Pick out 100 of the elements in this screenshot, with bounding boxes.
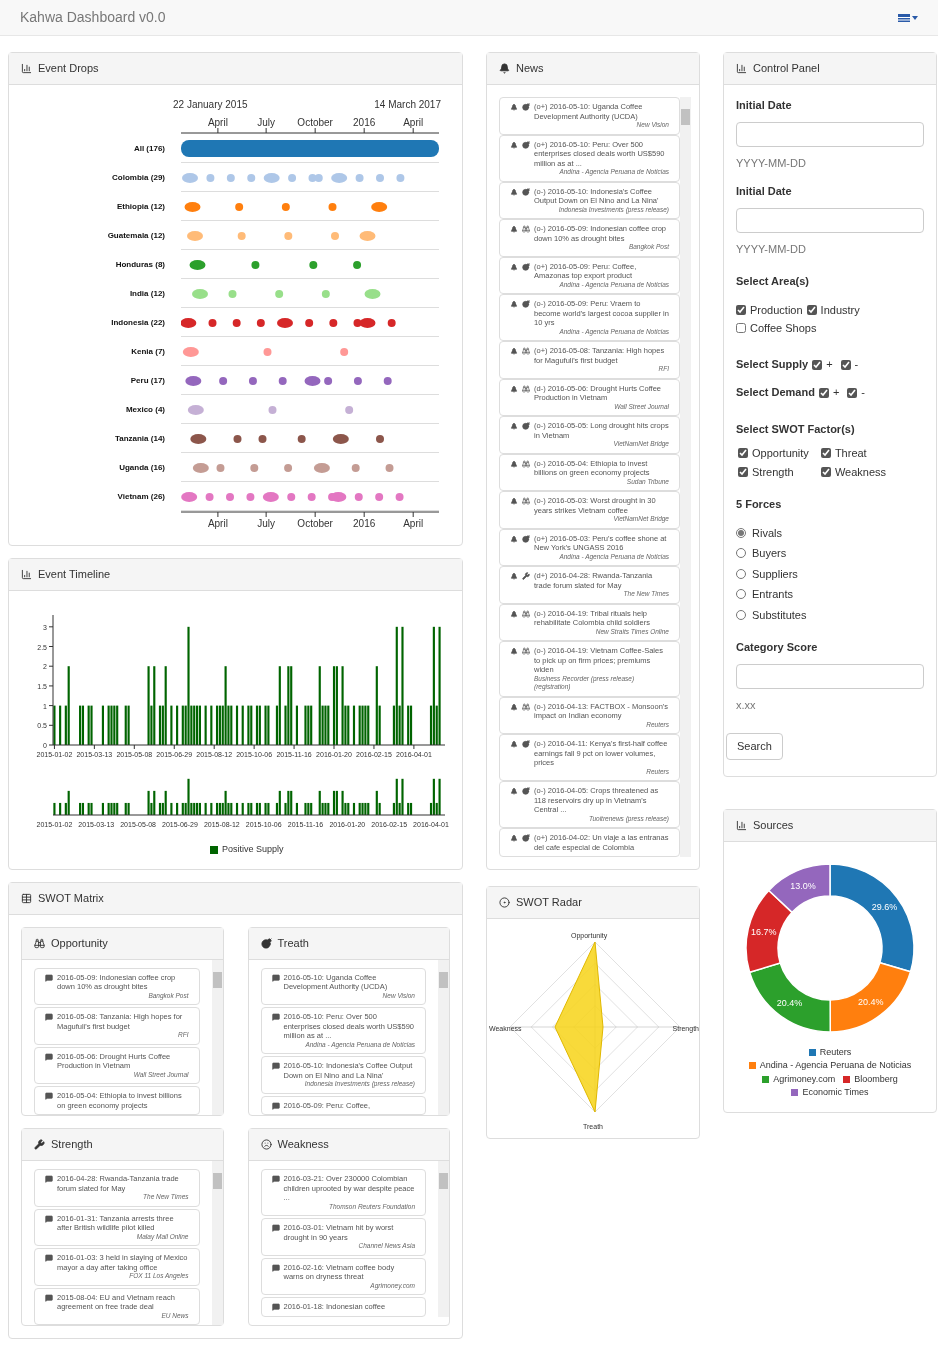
checkbox-label: Opportunity xyxy=(752,446,809,461)
comment-icon xyxy=(45,1254,53,1262)
bar xyxy=(235,705,239,745)
scrollbar[interactable] xyxy=(211,959,223,1115)
tree-icon xyxy=(510,740,518,748)
bar xyxy=(204,705,207,745)
tree-icon xyxy=(510,103,518,111)
row-label: Guatemala (12) xyxy=(106,229,166,242)
score-field[interactable] xyxy=(736,663,924,689)
bomb-icon xyxy=(522,787,530,795)
legend-label: Agrimoney.com xyxy=(773,1072,836,1086)
legend-swatch xyxy=(808,1048,816,1056)
bomb-icon xyxy=(522,262,530,271)
scrollbar[interactable] xyxy=(438,1161,449,1317)
checkbox-label: Strength xyxy=(752,464,794,480)
legend-label: Reuters xyxy=(819,1045,852,1059)
field-label: Select SWOT Factor(s) xyxy=(736,421,856,437)
bar xyxy=(295,705,298,745)
radio-label: Substitutes xyxy=(752,607,807,623)
row-label: Honduras (8) xyxy=(114,258,166,271)
tree-icon xyxy=(510,422,518,430)
radio-button[interactable] xyxy=(736,609,746,620)
binoculars-icon xyxy=(522,497,530,505)
comment-icon xyxy=(45,1052,53,1061)
swot-card-title: Weakness xyxy=(277,1137,329,1153)
checkbox-label: - xyxy=(861,385,865,401)
bar xyxy=(210,705,213,745)
row-label: Vietnam (26) xyxy=(116,490,166,503)
tree-icon xyxy=(510,347,518,355)
tree-icon xyxy=(510,702,518,711)
bomb-icon xyxy=(522,140,530,149)
legend-swatch xyxy=(791,1089,799,1097)
axis-label: July xyxy=(257,518,276,529)
axis-label: April xyxy=(403,518,424,529)
slice-label: 16.7% xyxy=(751,926,777,937)
tree-icon xyxy=(510,609,518,618)
date-field[interactable] xyxy=(736,121,924,147)
chart-icon xyxy=(21,569,32,580)
axis-label: 2016 xyxy=(353,117,376,128)
tree-icon xyxy=(510,140,518,149)
panel-title: Sources xyxy=(753,817,794,833)
checkbox[interactable] xyxy=(840,359,851,370)
comment-icon xyxy=(45,1092,53,1100)
date-field[interactable] xyxy=(736,207,924,233)
app-title[interactable]: Kahwa Dashboard v0.0 xyxy=(20,7,166,28)
radio-label: Buyers xyxy=(752,546,787,561)
radio-button[interactable] xyxy=(736,527,746,538)
scrollbar[interactable] xyxy=(438,959,449,1115)
field-label: Initial Date xyxy=(736,184,793,199)
radio-button[interactable] xyxy=(736,548,746,559)
binoculars-icon xyxy=(522,609,530,618)
checkbox[interactable] xyxy=(736,323,746,334)
binoculars-icon xyxy=(522,702,530,711)
tree-icon xyxy=(510,647,518,655)
checkbox[interactable] xyxy=(820,448,831,459)
scrollbar[interactable] xyxy=(211,1161,223,1325)
axis-label: 2016 xyxy=(353,518,376,529)
axis-label: April xyxy=(207,117,228,128)
tree-icon xyxy=(510,300,518,308)
scrollbar[interactable] xyxy=(680,97,691,857)
radio-button[interactable] xyxy=(736,589,746,600)
checkbox[interactable] xyxy=(738,448,748,459)
checkbox[interactable] xyxy=(812,359,823,370)
bomb-icon xyxy=(522,534,530,543)
panel-title: Control Panel xyxy=(753,61,820,77)
checkbox[interactable] xyxy=(847,387,858,398)
search-button[interactable]: Search xyxy=(726,733,783,760)
checkbox[interactable] xyxy=(738,466,748,477)
binoculars-icon xyxy=(522,459,530,468)
checkbox[interactable] xyxy=(818,387,829,398)
comment-icon xyxy=(271,973,280,982)
legend-label: Positive Supply xyxy=(222,843,284,856)
slice-label: 29.6% xyxy=(871,901,898,912)
tree-icon xyxy=(510,187,518,196)
brush-drawing[interactable] xyxy=(52,778,446,816)
checkbox[interactable] xyxy=(820,466,831,477)
panel-title: News xyxy=(516,61,544,77)
binoculars-icon xyxy=(34,937,45,949)
checkbox[interactable] xyxy=(736,304,746,315)
language-dropdown[interactable] xyxy=(898,13,918,22)
swot-card-title: Opportunity xyxy=(51,935,108,951)
comment-icon xyxy=(271,1062,280,1070)
field-label: Select Area(s) xyxy=(736,274,810,289)
swot-card-title: Treath xyxy=(277,935,309,951)
panel-title: Event Drops xyxy=(38,61,99,77)
tree-icon xyxy=(510,225,518,233)
radio-label: Entrants xyxy=(752,587,793,602)
row-label: India (12) xyxy=(128,287,166,300)
radio-button[interactable] xyxy=(736,568,746,579)
panel-title: SWOT Matrix xyxy=(38,890,104,906)
checkbox[interactable] xyxy=(806,304,817,315)
legend-swatch xyxy=(843,1075,851,1083)
bar xyxy=(53,705,56,745)
slice-label: 20.4% xyxy=(776,997,803,1008)
bar xyxy=(170,705,173,745)
chart-icon xyxy=(21,63,32,74)
help-text: x.xx xyxy=(736,697,757,713)
comment-icon xyxy=(271,1013,280,1021)
tree-icon xyxy=(510,572,518,580)
row-label: All (176) xyxy=(132,142,166,155)
